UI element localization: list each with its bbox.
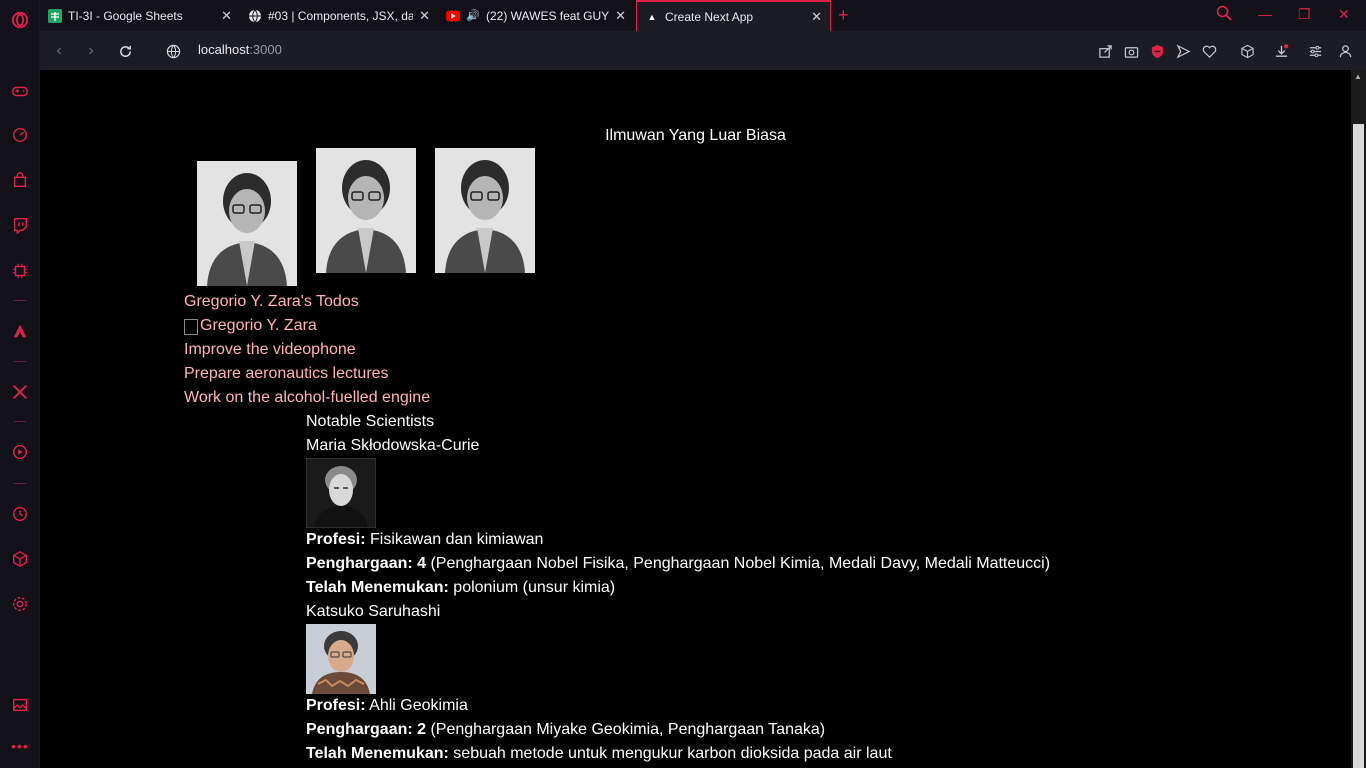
gallery-icon[interactable] [9,694,31,716]
history-clock-icon[interactable] [9,503,31,525]
scrollbar-thumb[interactable] [1353,124,1364,768]
easy-setup-icon[interactable] [1306,42,1324,60]
chip-icon[interactable] [9,260,31,282]
browser-sidebar: ••• [0,0,40,768]
scientist-name: Katsuko Saruhashi [306,603,441,620]
profession-line: Profesi: Ahli Geokimia [306,697,468,715]
todo-item: Work on the alcohol-fuelled engine [184,389,431,406]
scroll-up-arrow-icon[interactable]: ▲ [1354,72,1362,81]
close-icon[interactable]: ✕ [221,8,232,24]
back-arrow-icon[interactable]: ‹ [49,41,69,61]
speaker-icon[interactable]: 🔊 [466,9,480,23]
profession-label: Profesi: [306,697,366,714]
extension-cube-icon[interactable] [1238,42,1256,60]
address-bar: ‹ › localhost:3000 [40,31,1366,70]
discovered-label: Telah Menemukan: [306,745,449,762]
scientist-portrait-image [435,148,535,273]
discovered-label: Telah Menemukan: [306,579,449,596]
tab-bar: TI-3I - Google Sheets ✕ #03 | Components… [40,0,1366,31]
speed-dial-icon[interactable] [9,124,31,146]
aria-icon[interactable] [9,320,31,342]
profession-value: Ahli Geokimia [365,697,468,714]
extensions-cube-icon[interactable] [9,548,31,570]
sidebar-divider [14,361,26,362]
globe-icon [248,9,262,23]
profession-label: Profesi: [306,531,366,548]
restore-icon[interactable]: ❐ [1298,6,1311,23]
forward-arrow-icon[interactable]: › [81,41,101,61]
tab-create-next-app[interactable]: ▲ Create Next App ✕ [636,0,831,31]
share-icon[interactable] [1096,42,1114,60]
discovered-line: Telah Menemukan: sebuah metode untuk men… [306,745,892,763]
close-icon[interactable]: ✕ [615,8,626,24]
tab-title: #03 | Components, JSX, dan [268,8,414,23]
todo-item: Prepare aeronautics lectures [184,365,389,382]
scientist-name: Maria Skłodowska-Curie [306,437,480,454]
profile-icon[interactable] [1336,42,1354,60]
settings-gear-icon[interactable] [9,593,31,615]
opera-logo-icon[interactable] [9,9,31,31]
saruhashi-photo [306,624,376,694]
close-icon[interactable]: ✕ [419,8,430,24]
curie-photo [306,458,376,528]
search-tabs-icon[interactable] [1216,5,1232,24]
scientist-portrait-image [197,161,297,286]
url-field[interactable]: localhost:3000 [198,42,282,57]
tab-google-sheets[interactable]: TI-3I - Google Sheets ✕ [40,0,240,31]
scientist-portrait-image [316,148,416,273]
download-icon[interactable] [1272,42,1290,60]
awards-value: (Penghargaan Nobel Fisika, Penghargaan N… [426,555,1051,572]
broken-avatar-image: Gregorio Y. Zara [184,317,317,335]
twitch-icon[interactable] [9,214,31,236]
page-title: Ilmuwan Yang Luar Biasa [605,127,786,144]
tab-youtube[interactable]: 🔊 (22) WAWES feat GUYON ✕ [438,0,634,31]
page-viewport: Ilmuwan Yang Luar Biasa Gregorio Y. Zara… [40,70,1351,768]
reload-icon[interactable] [115,41,135,61]
heart-icon[interactable] [1200,42,1218,60]
awards-label: Penghargaan: 2 [306,721,427,738]
window-close-icon[interactable]: ✕ [1338,6,1350,23]
url-port: :3000 [249,42,282,57]
broken-image-alt-text: Gregorio Y. Zara [200,317,317,334]
sheets-icon [48,8,62,23]
shopping-bag-icon[interactable] [9,169,31,191]
more-dots-icon[interactable]: ••• [9,735,31,757]
discovered-value: polonium (unsur kimia) [448,579,616,596]
nextjs-icon: ▲ [647,11,657,22]
todos-heading: Gregorio Y. Zara's Todos [184,293,359,310]
awards-value: (Penghargaan Miyake Geokimia, Penghargaa… [426,721,826,738]
profession-value: Fisikawan dan kimiawan [365,531,544,548]
tab-title: TI-3I - Google Sheets [68,8,183,23]
awards-label: Penghargaan: 4 [306,555,427,572]
sidebar-divider [14,483,26,484]
camera-snapshot-icon[interactable] [1122,42,1140,60]
vertical-scrollbar[interactable]: ▲ [1351,70,1366,768]
sidebar-divider [14,421,26,422]
x-twitter-icon[interactable] [9,381,31,403]
tab-title: (22) WAWES feat GUYON [486,8,610,23]
minimize-icon[interactable]: — [1258,6,1272,22]
broken-image-icon [184,319,198,335]
awards-line: Penghargaan: 2 (Penghargaan Miyake Geoki… [306,721,825,739]
awards-line: Penghargaan: 4 (Penghargaan Nobel Fisika… [306,555,1050,573]
site-info-globe-icon[interactable] [163,41,183,61]
tab-components-jsx[interactable]: #03 | Components, JSX, dan ✕ [240,0,438,31]
new-tab-plus-icon[interactable]: + [838,5,849,26]
sidebar-divider [14,300,26,301]
adblock-shield-icon[interactable] [1148,42,1166,60]
youtube-icon [446,9,460,23]
discovered-line: Telah Menemukan: polonium (unsur kimia) [306,579,615,597]
gamepad-icon[interactable] [9,80,31,102]
tab-title: Create Next App [665,9,754,24]
send-icon[interactable] [1174,42,1192,60]
scientists-heading: Notable Scientists [306,413,435,430]
profession-line: Profesi: Fisikawan dan kimiawan [306,531,543,549]
player-icon[interactable] [9,441,31,463]
close-icon[interactable]: ✕ [811,9,822,25]
url-host: localhost [198,42,250,57]
todo-item: Improve the videophone [184,341,356,358]
discovered-value: sebuah metode untuk mengukur karbon diok… [448,745,892,762]
